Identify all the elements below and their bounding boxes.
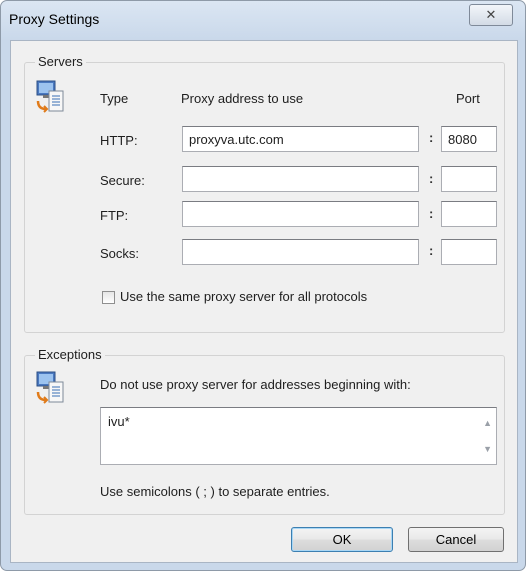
close-button[interactable]: ✕ xyxy=(469,4,513,26)
ftp-address-input[interactable] xyxy=(182,201,419,227)
socks-colon: : xyxy=(429,243,434,258)
servers-group-label: Servers xyxy=(35,54,86,69)
secure-colon: : xyxy=(429,171,434,186)
scroll-up-arrow-icon[interactable]: ▲ xyxy=(483,418,492,428)
exceptions-description: Do not use proxy server for addresses be… xyxy=(100,377,411,392)
proxy-settings-dialog: Proxy Settings ✕ Servers Type Proxy addr… xyxy=(0,0,526,571)
dialog-title: Proxy Settings xyxy=(9,11,100,27)
title-bar: Proxy Settings ✕ xyxy=(1,1,525,39)
exceptions-group: Exceptions Do not use proxy server for a… xyxy=(24,347,505,515)
cancel-button[interactable]: Cancel xyxy=(408,527,504,552)
socks-label: Socks: xyxy=(100,246,140,261)
network-computer-icon xyxy=(36,371,64,404)
servers-group: Servers Type Proxy address to use Port H… xyxy=(24,54,505,333)
socks-port-input[interactable] xyxy=(441,239,497,265)
secure-address-input[interactable] xyxy=(182,166,419,192)
socks-address-input[interactable] xyxy=(182,239,419,265)
dialog-body: Servers Type Proxy address to use Port H… xyxy=(10,40,518,563)
http-port-input[interactable]: 8080 xyxy=(441,126,497,152)
col-type-header: Type xyxy=(100,91,129,106)
ftp-colon: : xyxy=(429,206,434,221)
exceptions-hint: Use semicolons ( ; ) to separate entries… xyxy=(100,484,330,499)
close-icon: ✕ xyxy=(485,7,497,22)
http-label: HTTP: xyxy=(100,133,138,148)
scroll-down-arrow-icon[interactable]: ▼ xyxy=(483,444,492,454)
ftp-port-input[interactable] xyxy=(441,201,497,227)
exceptions-group-label: Exceptions xyxy=(35,347,105,362)
same-proxy-checkbox[interactable] xyxy=(102,291,115,304)
col-port-header: Port xyxy=(456,91,480,106)
exceptions-value: ivu* xyxy=(108,414,130,429)
same-proxy-label[interactable]: Use the same proxy server for all protoc… xyxy=(120,289,367,304)
http-address-input[interactable]: proxyva.utc.com xyxy=(182,126,419,152)
exceptions-textarea[interactable]: ivu* ▲ ▼ xyxy=(100,407,497,465)
network-computer-icon xyxy=(36,80,64,113)
col-address-header: Proxy address to use xyxy=(181,91,304,106)
http-colon: : xyxy=(429,130,434,145)
ftp-label: FTP: xyxy=(100,208,129,223)
secure-label: Secure: xyxy=(100,173,145,188)
secure-port-input[interactable] xyxy=(441,166,497,192)
ok-button[interactable]: OK xyxy=(291,527,393,552)
